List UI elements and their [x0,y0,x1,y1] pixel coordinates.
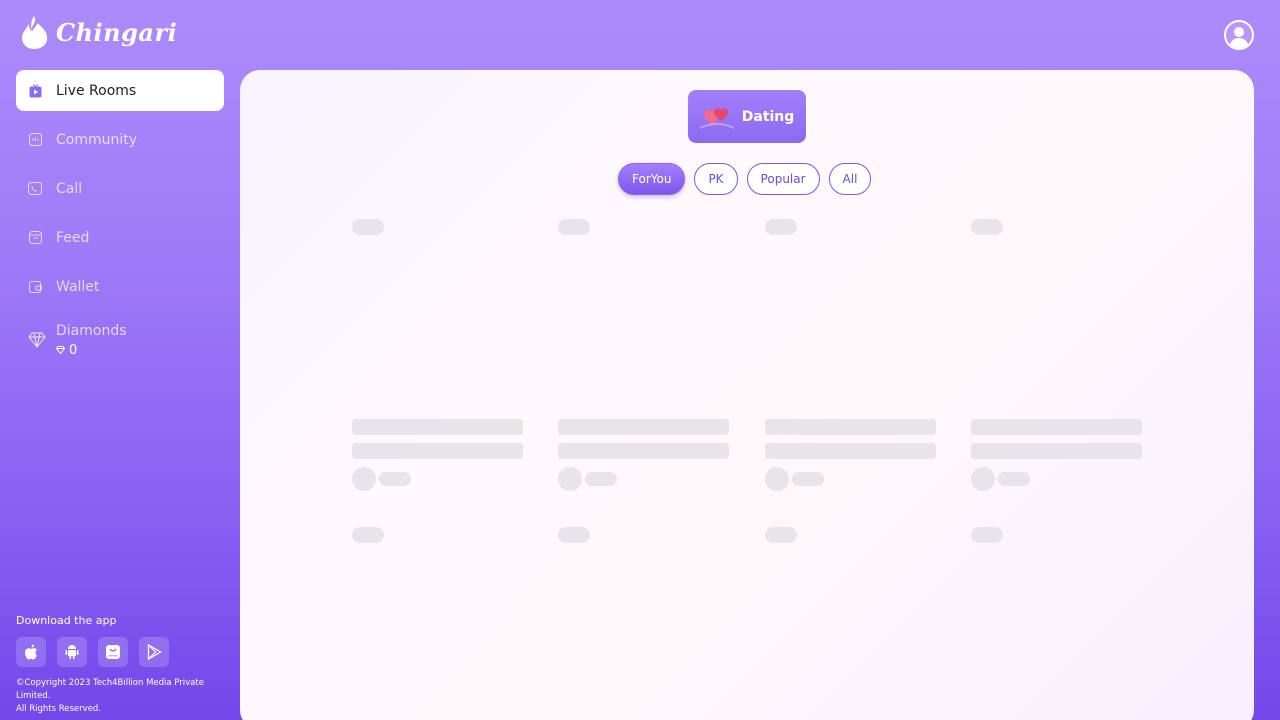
tab-popular[interactable]: Popular [746,163,820,195]
main-panel: Dating ForYou PK Popular All [240,70,1254,720]
android-icon [65,645,79,659]
apple-store-button[interactable] [16,637,46,667]
skeleton-avatar [558,467,582,491]
skeleton-subtitle [971,443,1142,459]
sidebar-item-label: Wallet [56,278,100,295]
skeleton-tag [558,527,590,543]
chingari-logo[interactable]: Chingari [20,14,177,50]
sidebar-item-call[interactable]: Call [16,168,224,209]
tab-all[interactable]: All [828,163,872,195]
skeleton-subtitle [352,443,523,459]
sidebar-item-feed[interactable]: Feed [16,217,224,258]
apple-icon [25,644,37,660]
logo-text: Chingari [56,17,178,47]
filter-tabs: ForYou PK Popular All [618,163,872,195]
skeleton-tag [765,527,797,543]
sidebar: Live Rooms Community Call Feed Wallet Di… [16,70,224,373]
skeleton-meta [998,472,1030,486]
user-avatar-icon [1226,22,1252,48]
video-call-icon [28,182,42,196]
tab-foryou[interactable]: ForYou [618,163,686,195]
category-label: Dating [741,108,795,125]
diamond-count: 0 [69,342,78,358]
sidebar-item-label: Community [56,131,138,148]
small-diamond-icon [56,346,65,354]
wallet-icon [28,280,42,294]
sidebar-item-diamonds[interactable]: Diamonds 0 [16,315,224,365]
skeleton-title [765,419,936,435]
download-title: Download the app [16,614,117,627]
skeleton-tag [558,219,590,235]
sidebar-item-label: Live Rooms [56,82,137,99]
skeleton-meta [792,472,824,486]
skeleton-meta [379,472,411,486]
sidebar-item-label: Diamonds [56,322,127,339]
skeleton-title [352,419,523,435]
sidebar-item-wallet[interactable]: Wallet [16,266,224,307]
copyright-line-1: ©Copyright 2023 Tech4Billion Media Priva… [16,678,204,701]
diamond-icon [28,331,46,349]
skeleton-tag [971,219,1003,235]
google-play-store-button[interactable] [139,637,169,667]
tab-pk[interactable]: PK [694,163,738,195]
skeleton-subtitle [558,443,729,459]
community-icon [28,133,42,147]
copyright-line-2: All Rights Reserved. [16,704,102,714]
skeleton-tag [971,527,1003,543]
sidebar-item-live-rooms[interactable]: Live Rooms [16,70,224,111]
skeleton-subtitle [765,443,936,459]
skeleton-tag [352,219,384,235]
sidebar-item-label: Feed [56,229,90,246]
skeleton-title [558,419,729,435]
live-tv-icon [28,83,42,98]
sidebar-item-community[interactable]: Community [16,119,224,160]
hearts-icon [699,107,734,129]
category-dating-button[interactable]: Dating [688,90,806,143]
user-avatar[interactable] [1224,20,1254,50]
skeleton-meta [585,472,617,486]
feed-icon [28,231,42,245]
google-play-icon [147,644,162,660]
appgallery-store-button[interactable] [98,637,128,667]
skeleton-avatar [971,467,995,491]
download-section: Download the app ©Copyright 2023 Tech4Bi… [16,614,231,716]
skeleton-avatar [765,467,789,491]
sidebar-item-label: Call [56,180,83,197]
flame-logo-icon [22,16,48,49]
skeleton-tag [765,219,797,235]
skeleton-title [971,419,1142,435]
skeleton-avatar [352,467,376,491]
android-store-button[interactable] [57,637,87,667]
skeleton-tag [352,527,384,543]
huawei-appgallery-icon [106,645,120,659]
